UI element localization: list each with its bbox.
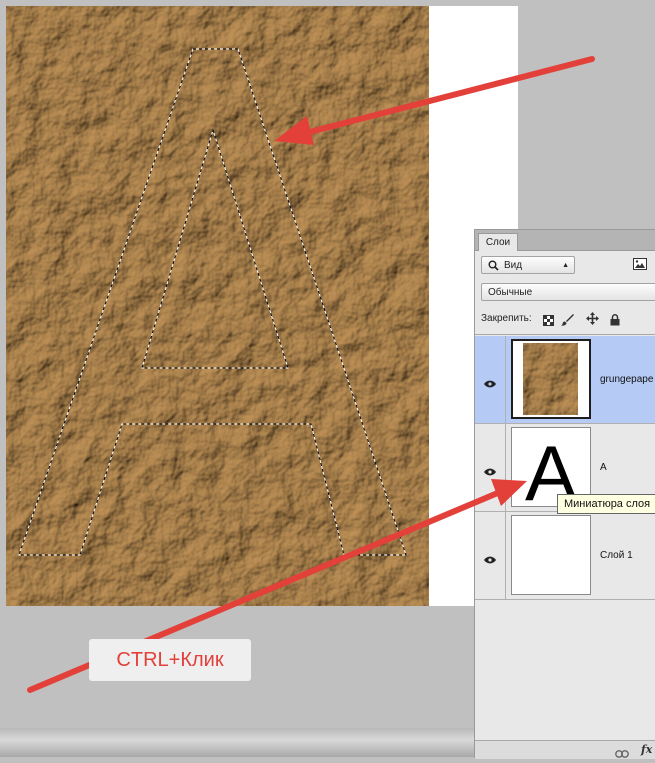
layers-divider [475, 334, 655, 335]
tab-layers[interactable]: Слои [478, 233, 518, 251]
paper-texture-layer[interactable] [6, 6, 429, 606]
panel-footer: fx [475, 740, 655, 759]
layer-thumbnail-tooltip: Миниатюра слоя [557, 494, 655, 514]
layer-row-grungepaper[interactable]: grungepape [475, 336, 655, 424]
layer-name[interactable]: А [600, 462, 607, 473]
lock-options: Закрепить: [475, 308, 655, 330]
blend-mode-label: Обычные [488, 287, 533, 298]
dropdown-arrows-icon: ▲ [562, 262, 569, 269]
eye-icon[interactable] [484, 375, 496, 393]
move-icon[interactable] [586, 312, 599, 330]
fx-icon[interactable]: fx [641, 743, 652, 756]
brush-icon[interactable] [561, 313, 574, 331]
layer-filter-label: Вид [504, 260, 523, 271]
link-icon[interactable] [615, 745, 629, 763]
layer-name[interactable]: grungepape [600, 374, 653, 385]
eye-icon[interactable] [484, 551, 496, 569]
eye-icon[interactable] [484, 463, 496, 481]
ctrl-click-hint: CTRL+Клик [89, 639, 251, 681]
visibility-column [475, 424, 506, 511]
layer-name[interactable]: Слой 1 [600, 550, 633, 561]
lock-icon[interactable] [610, 313, 620, 331]
canvas-scroll-area [0, 728, 476, 757]
layer-thumbnail[interactable] [511, 515, 591, 595]
visibility-column [475, 336, 506, 423]
lock-pixels-icon[interactable] [543, 313, 554, 331]
search-icon [488, 260, 499, 278]
panel-tab-bar: Слои [475, 230, 655, 251]
layer-row-layer1[interactable]: Слой 1 [475, 512, 655, 600]
lock-label: Закрепить: [481, 313, 532, 324]
layer-filter-dropdown[interactable]: Вид ▲ [481, 256, 575, 274]
blend-mode-dropdown[interactable]: Обычные [481, 283, 655, 301]
layer-thumbnail[interactable] [511, 339, 591, 419]
image-filter-icon[interactable] [633, 257, 647, 275]
visibility-column [475, 512, 506, 599]
